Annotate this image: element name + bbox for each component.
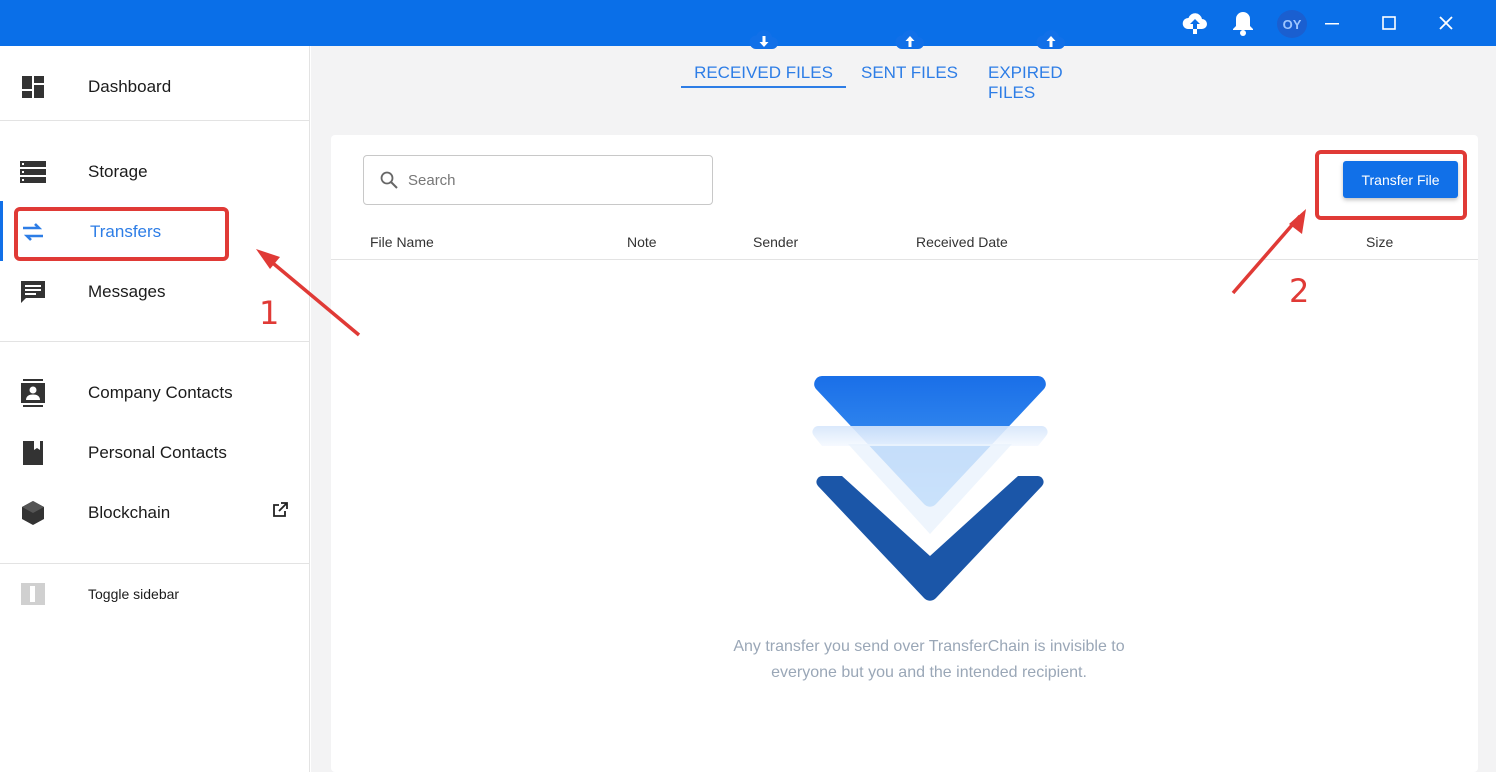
annotation-number: 2: [1289, 272, 1310, 310]
annotation-number: 1: [259, 294, 280, 332]
annotation-arrows: [256, 209, 1306, 337]
